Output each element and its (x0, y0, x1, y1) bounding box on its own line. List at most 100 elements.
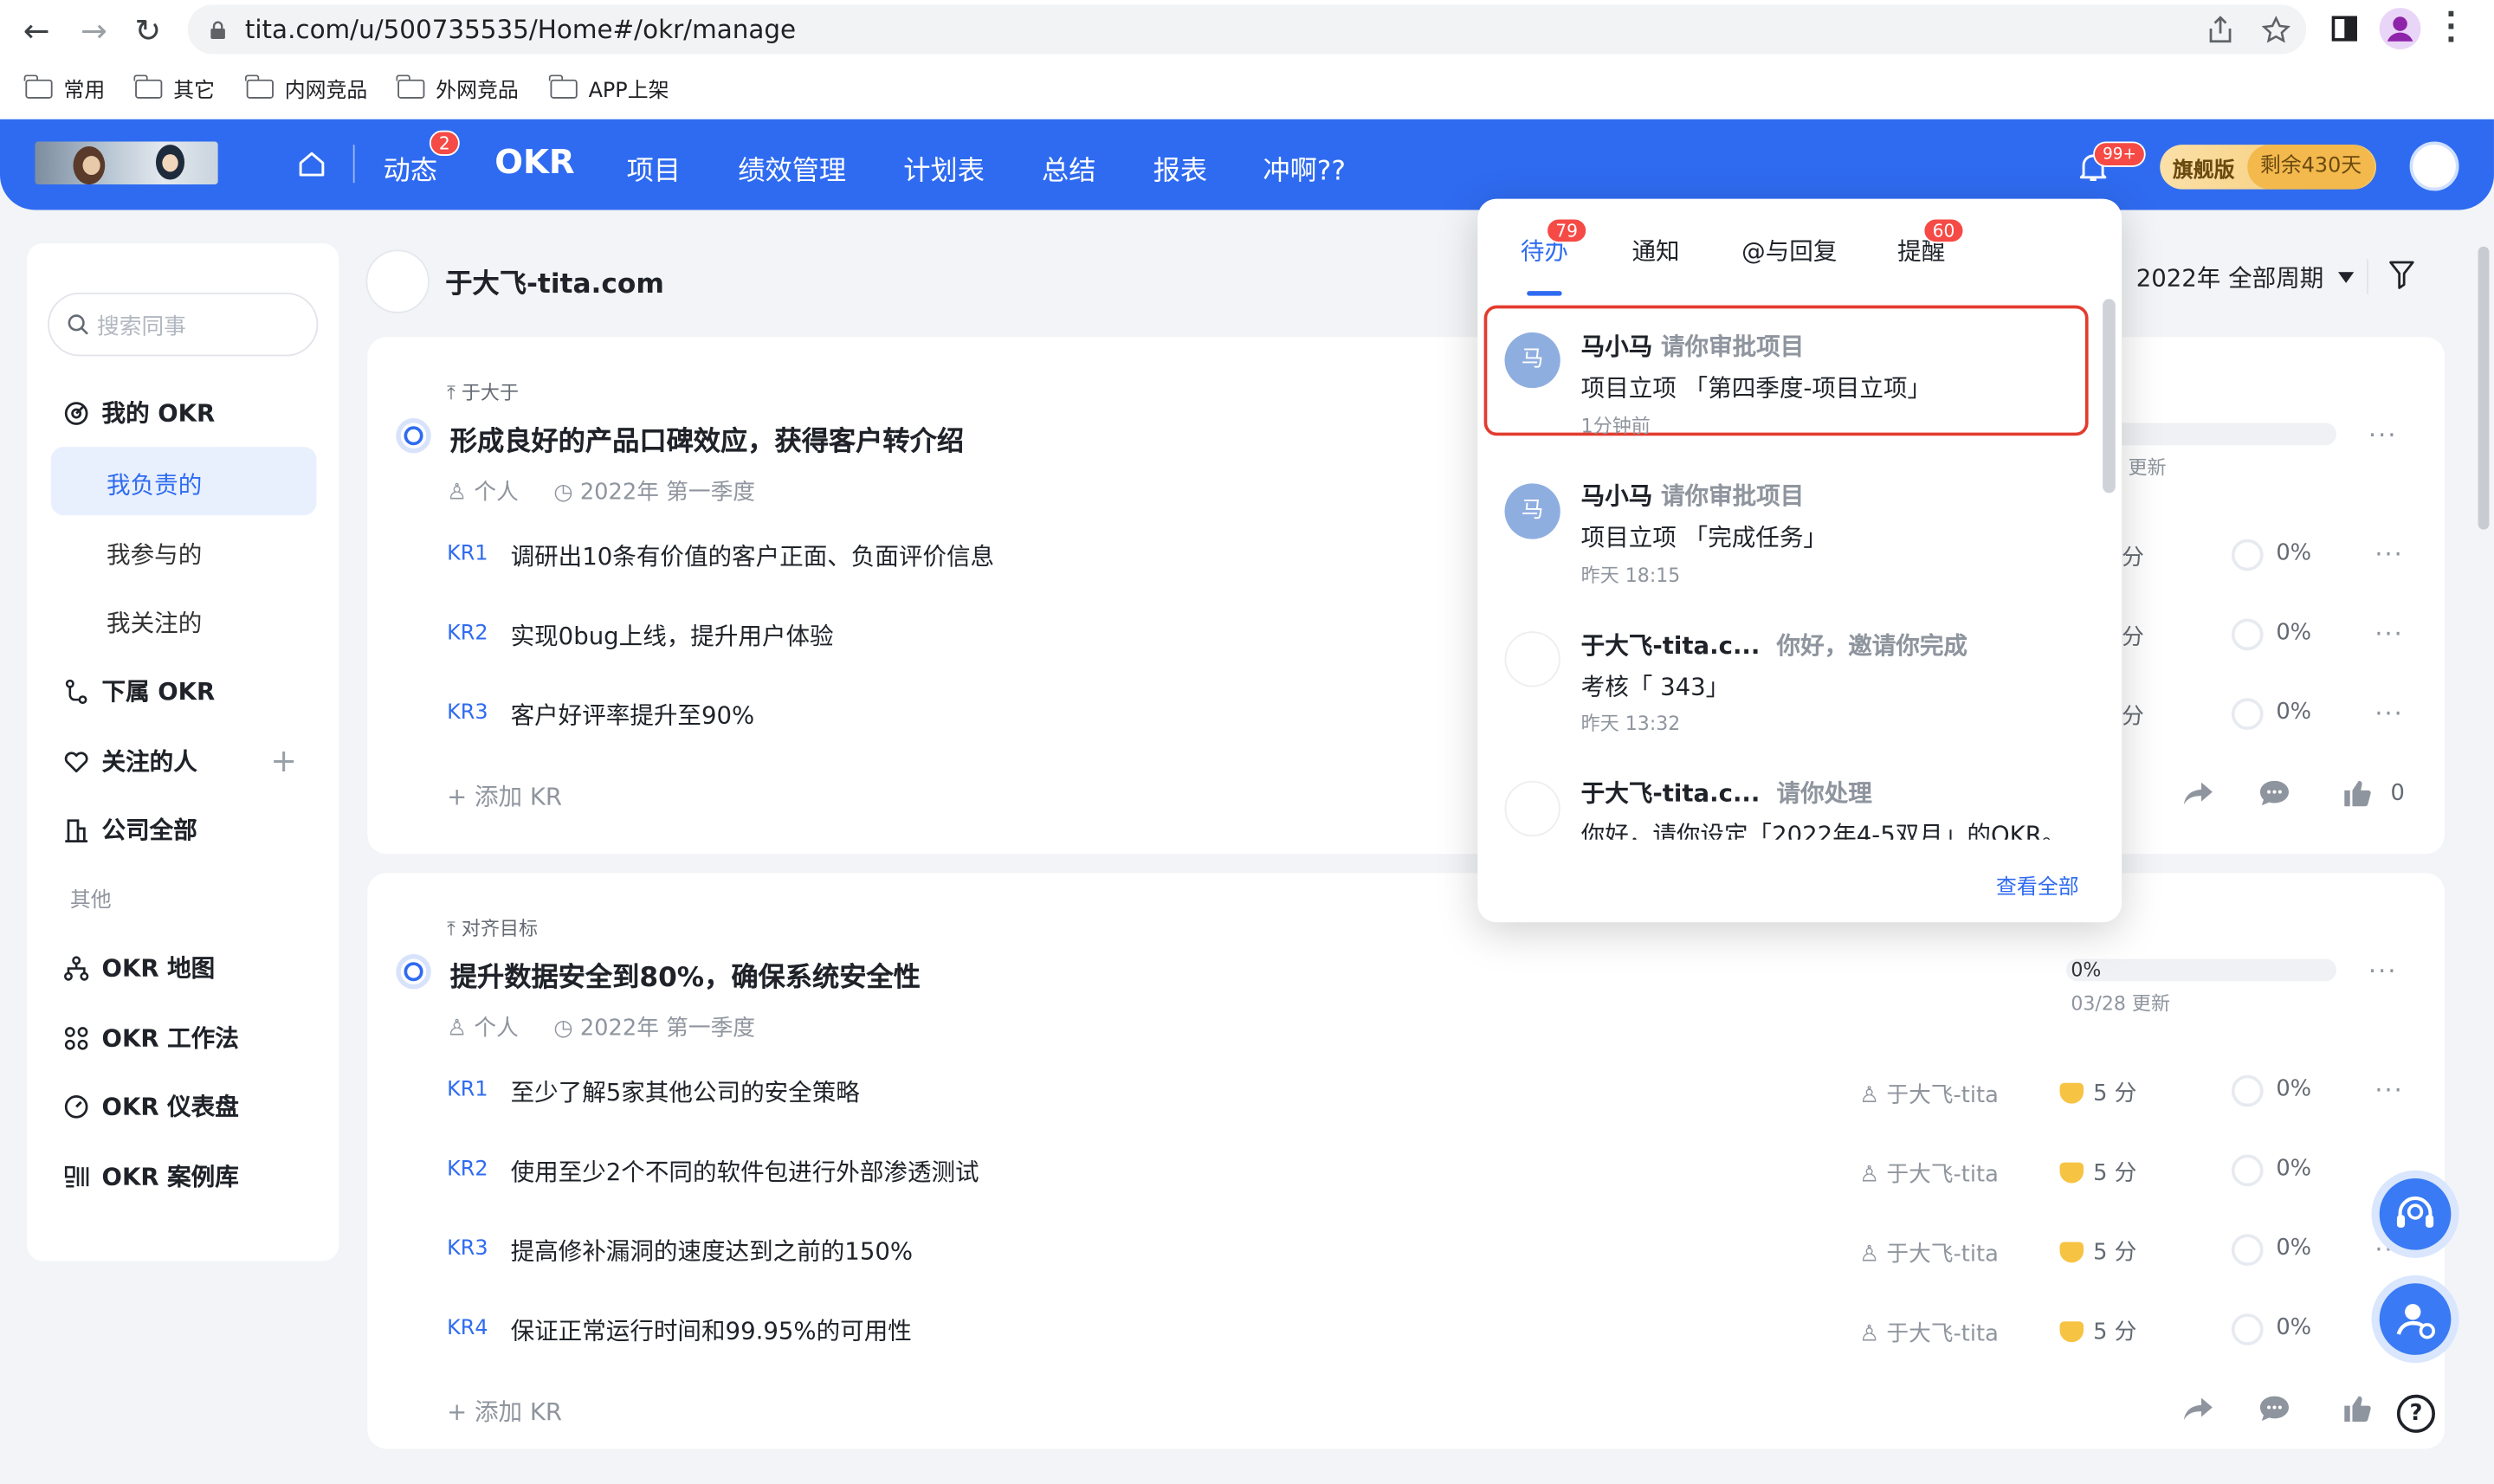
objective-title[interactable]: 形成良好的产品口碑效应，获得客户转介绍 (450, 418, 964, 458)
kr-owner[interactable]: ♙ 于大飞-tita (1859, 1237, 2002, 1269)
kr-score[interactable]: 分 (2122, 540, 2144, 572)
kr-score[interactable]: 5 分 (2059, 1236, 2136, 1268)
kr-title[interactable]: 保证正常运行时间和99.95%的可用性 (511, 1313, 912, 1347)
add-kr-button[interactable]: + 添加 KR (447, 1395, 562, 1429)
parent-objective[interactable]: ⤒ 于大于 (447, 378, 519, 405)
browser-menu-icon[interactable]: · · · (2443, 1, 2458, 55)
kr-score[interactable]: 5 分 (2059, 1156, 2136, 1188)
kr-more-icon[interactable]: ··· (2374, 618, 2404, 648)
kr-owner[interactable]: ♙ 于大飞-tita (1859, 1078, 2002, 1110)
kr-progress[interactable]: 0% (2276, 1315, 2311, 1340)
sidebar-okr-map[interactable]: OKR 地图 (63, 951, 215, 984)
todo-item[interactable]: 于大飞-tita.c... 你好，邀请你完成 (1581, 628, 1967, 661)
objective-more-icon[interactable]: ··· (2368, 420, 2398, 450)
nav-dynamic[interactable]: 动态 (384, 148, 437, 188)
todo-item[interactable]: 于大飞-tita.c... 请你处理 (1581, 776, 1872, 810)
chevron-down-icon[interactable] (2337, 272, 2355, 283)
contact-button[interactable] (2379, 1283, 2452, 1355)
reload-icon[interactable]: ↻ (127, 10, 169, 51)
kr-owner[interactable]: ♙ 于大飞-tita (1859, 1158, 2002, 1190)
home-icon[interactable] (297, 150, 326, 178)
kr-progress[interactable]: 0% (2276, 1156, 2311, 1181)
sidepanel-icon[interactable] (2331, 16, 2357, 42)
sidebar-item-responsible[interactable]: 我负责的 (107, 468, 202, 501)
share-arrow-icon[interactable] (2182, 1395, 2214, 1423)
share-arrow-icon[interactable] (2182, 779, 2214, 808)
period-selector[interactable]: 2022年 全部周期 (2136, 261, 2324, 294)
nav-plan[interactable]: 计划表 (903, 148, 985, 188)
kr-title[interactable]: 提高修补漏洞的速度达到之前的150% (511, 1234, 913, 1268)
todo-body[interactable]: 你好，请你设定「2022年4-5双月」的OKR。 (1581, 817, 2090, 840)
kr-score[interactable]: 分 (2122, 700, 2144, 732)
kr-progress[interactable]: 0% (2276, 700, 2311, 725)
address-bar[interactable]: tita.com/u/500735535/Home#/okr/manage (187, 4, 2307, 55)
view-all-link[interactable]: 查看全部 (1996, 870, 2079, 900)
kr-progress[interactable]: 0% (2276, 540, 2311, 565)
like-icon[interactable] (2342, 779, 2371, 808)
like-icon[interactable] (2342, 1395, 2371, 1423)
comment-icon[interactable] (2258, 779, 2290, 808)
kr-title[interactable]: 实现0bug上线，提升用户体验 (511, 618, 834, 652)
add-kr-button[interactable]: + 添加 KR (447, 779, 562, 813)
bookmark-folder[interactable]: 其它 (134, 73, 215, 103)
sidebar-okr-method[interactable]: OKR 工作法 (63, 1021, 239, 1055)
page-scrollbar[interactable] (2478, 246, 2490, 530)
kr-title[interactable]: 客户好评率提升至90% (511, 698, 755, 732)
sidebar-okr-cases[interactable]: OKR 案例库 (63, 1159, 239, 1193)
share-icon[interactable] (2207, 16, 2232, 44)
comment-icon[interactable] (2258, 1395, 2290, 1423)
kr-title[interactable]: 使用至少2个不同的软件包进行外部渗透测试 (511, 1154, 979, 1188)
nav-report[interactable]: 报表 (1153, 148, 1207, 188)
bookmark-folder[interactable]: 常用 (24, 73, 105, 103)
bookmark-folder[interactable]: 外网竞品 (397, 73, 519, 103)
vip-badge[interactable]: 旗舰版 剩余430天 (2160, 145, 2377, 190)
kr-progress[interactable]: 0% (2276, 1076, 2311, 1101)
sidebar-company[interactable]: 公司全部 (63, 813, 197, 847)
todo-item[interactable]: 马小马 请你审批项目 (1581, 329, 1805, 363)
kr-title[interactable]: 调研出10条有价值的客户正面、负面评价信息 (511, 539, 995, 573)
search-colleague-input[interactable]: 搜索同事 (48, 292, 319, 357)
objective-title[interactable]: 提升数据安全到80%，确保系统安全性 (450, 954, 921, 994)
sidebar-sub-okr[interactable]: 下属 OKR (63, 674, 215, 708)
nav-okr[interactable]: OKR (494, 143, 574, 181)
bookmark-folder[interactable]: APP上架 (549, 73, 669, 103)
bookmark-star-icon[interactable] (2261, 16, 2290, 44)
objective-more-icon[interactable]: ··· (2368, 956, 2398, 986)
kr-more-icon[interactable]: ··· (2374, 1075, 2404, 1106)
tab-mentions[interactable]: @与回复 (1741, 234, 1837, 268)
help-icon[interactable]: ? (2396, 1394, 2435, 1433)
forward-icon[interactable]: → (73, 10, 114, 51)
popup-scrollbar[interactable] (2103, 299, 2116, 494)
sidebar-followed-people[interactable]: 关注的人 (63, 745, 197, 778)
kr-more-icon[interactable]: ··· (2374, 698, 2404, 728)
nav-project[interactable]: 项目 (627, 148, 681, 188)
kr-score[interactable]: 分 (2122, 620, 2144, 652)
support-button[interactable] (2379, 1178, 2452, 1250)
filter-icon[interactable] (2389, 261, 2414, 289)
company-logo[interactable] (35, 141, 218, 185)
sidebar-okr-dashboard[interactable]: OKR 仪表盘 (63, 1089, 239, 1123)
user-avatar[interactable] (2409, 141, 2459, 191)
sidebar-item-participated[interactable]: 我参与的 (107, 538, 202, 571)
kr-score[interactable]: 5 分 (2059, 1315, 2136, 1347)
todo-body[interactable]: 项目立项 「第四季度-项目立项」 (1581, 371, 2090, 404)
nav-summary[interactable]: 总结 (1042, 148, 1095, 188)
kr-owner[interactable]: ♙ 于大飞-tita (1859, 1317, 2002, 1349)
add-follow-icon[interactable]: + (270, 741, 297, 779)
todo-item[interactable]: 马小马 请你审批项目 (1581, 479, 1805, 513)
back-icon[interactable]: ← (16, 10, 57, 51)
sidebar-item-followed[interactable]: 我关注的 (107, 606, 202, 640)
tab-notice[interactable]: 通知 (1631, 234, 1679, 268)
bookmark-folder[interactable]: 内网竞品 (245, 73, 367, 103)
nav-custom[interactable]: 冲啊?? (1263, 148, 1346, 188)
kr-progress[interactable]: 0% (2276, 620, 2311, 645)
sidebar-my-okr[interactable]: 我的 OKR (63, 396, 215, 429)
kr-title[interactable]: 至少了解5家其他公司的安全策略 (511, 1075, 860, 1109)
kr-progress[interactable]: 0% (2276, 1236, 2311, 1261)
kr-score[interactable]: 5 分 (2059, 1076, 2136, 1108)
kr-more-icon[interactable]: ··· (2374, 539, 2404, 570)
profile-avatar[interactable] (2379, 8, 2421, 49)
todo-body[interactable]: 考核「 343」 (1581, 669, 2090, 703)
nav-performance[interactable]: 绩效管理 (738, 148, 846, 188)
parent-objective[interactable]: ⤒ 对齐目标 (447, 914, 538, 941)
